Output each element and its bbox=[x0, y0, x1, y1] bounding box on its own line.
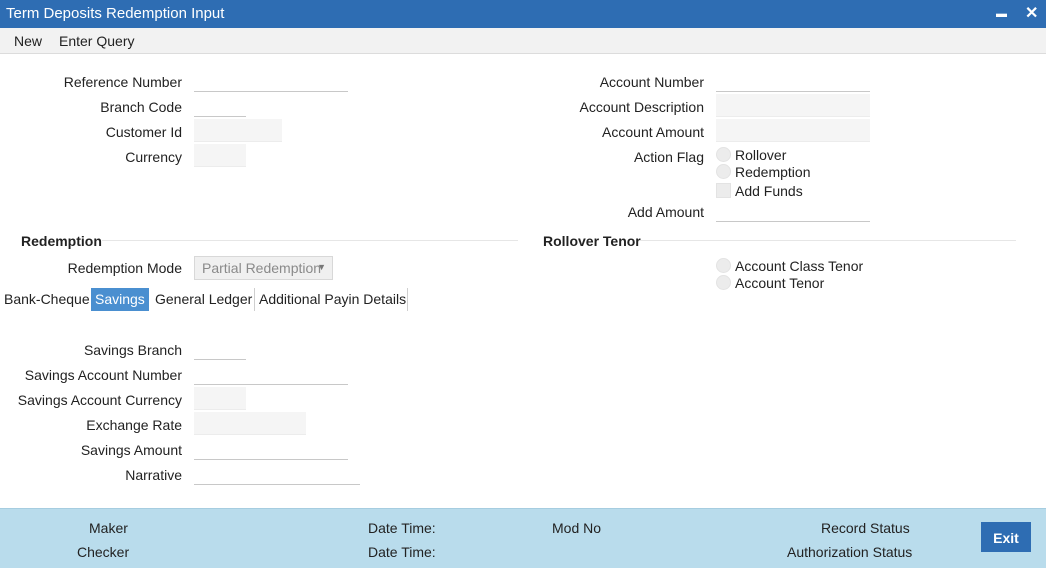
rollover-radio[interactable] bbox=[716, 147, 731, 162]
currency-label: Currency bbox=[125, 149, 182, 165]
savings-account-currency-field bbox=[194, 387, 246, 410]
account-class-tenor-label: Account Class Tenor bbox=[735, 258, 864, 274]
account-description-label: Account Description bbox=[579, 99, 704, 115]
savings-account-number-label: Savings Account Number bbox=[24, 367, 182, 383]
savings-amount-label: Savings Amount bbox=[80, 442, 182, 458]
account-amount-field bbox=[716, 119, 870, 142]
exchange-rate-label: Exchange Rate bbox=[86, 417, 182, 433]
checker-label: Checker bbox=[77, 544, 130, 560]
tab-bank-cheque[interactable]: Bank-Cheque bbox=[0, 288, 94, 311]
redemption-divider bbox=[102, 240, 518, 241]
savings-branch-input[interactable] bbox=[194, 337, 246, 360]
customer-id-field bbox=[194, 119, 282, 142]
rollover-tenor-divider bbox=[640, 240, 1016, 241]
rollover-tenor-section-title: Rollover Tenor bbox=[543, 233, 641, 249]
savings-account-currency-label: Savings Account Currency bbox=[17, 392, 182, 408]
account-description-field bbox=[716, 94, 870, 117]
exit-button[interactable]: Exit bbox=[981, 522, 1031, 552]
authorization-status-label: Authorization Status bbox=[787, 544, 913, 560]
add-amount-input[interactable] bbox=[716, 199, 870, 222]
minimize-icon[interactable]: ▬ bbox=[996, 8, 1007, 20]
account-number-label: Account Number bbox=[599, 74, 704, 90]
tab-general-ledger[interactable]: General Ledger bbox=[151, 288, 256, 311]
tab-additional-payin-details[interactable]: Additional Payin Details bbox=[255, 288, 410, 311]
window-title: Term Deposits Redemption Input bbox=[6, 5, 225, 22]
narrative-input[interactable] bbox=[194, 462, 360, 485]
savings-amount-input[interactable] bbox=[194, 437, 348, 460]
mod-no-label: Mod No bbox=[552, 520, 602, 536]
redemption-mode-select[interactable]: Partial Redemption ▼ bbox=[194, 256, 333, 280]
dropdown-arrow-icon: ▼ bbox=[317, 262, 326, 272]
currency-field bbox=[194, 144, 246, 167]
reference-number-input[interactable] bbox=[194, 69, 348, 92]
branch-code-input[interactable] bbox=[194, 94, 246, 117]
audit-footer: Maker Checker Date Time: Date Time: Mod … bbox=[0, 508, 1046, 568]
tab-savings[interactable]: Savings bbox=[91, 288, 149, 311]
redemption-mode-label: Redemption Mode bbox=[67, 260, 182, 276]
savings-branch-label: Savings Branch bbox=[83, 342, 182, 358]
reference-number-label: Reference Number bbox=[63, 74, 182, 90]
close-icon[interactable]: ✕ bbox=[1025, 3, 1038, 23]
savings-account-number-input[interactable] bbox=[194, 362, 348, 385]
exchange-rate-field bbox=[194, 412, 306, 435]
redemption-section-title: Redemption bbox=[21, 233, 102, 249]
title-bar: Term Deposits Redemption Input ▬ ✕ bbox=[0, 0, 1046, 28]
checker-date-time-label: Date Time: bbox=[368, 544, 436, 560]
menu-enter-query[interactable]: Enter Query bbox=[59, 33, 134, 49]
add-amount-label: Add Amount bbox=[627, 204, 704, 220]
account-number-input[interactable] bbox=[716, 69, 870, 92]
customer-id-label: Customer Id bbox=[105, 124, 182, 140]
main-form: Reference Number Branch Code Customer Id… bbox=[0, 54, 1046, 508]
add-funds-checkbox[interactable] bbox=[716, 183, 731, 198]
menu-new[interactable]: New bbox=[14, 33, 42, 49]
account-class-tenor-radio[interactable] bbox=[716, 258, 731, 273]
redemption-mode-value: Partial Redemption bbox=[202, 260, 322, 276]
tab-divider bbox=[407, 288, 408, 311]
redemption-option-label: Redemption bbox=[735, 164, 811, 180]
maker-date-time-label: Date Time: bbox=[368, 520, 436, 536]
narrative-label: Narrative bbox=[125, 467, 182, 483]
redemption-radio[interactable] bbox=[716, 164, 731, 179]
account-tenor-label: Account Tenor bbox=[735, 275, 825, 291]
record-status-label: Record Status bbox=[821, 520, 910, 536]
rollover-option-label: Rollover bbox=[735, 147, 787, 163]
maker-label: Maker bbox=[89, 520, 128, 536]
menu-bar: New Enter Query bbox=[0, 28, 1046, 54]
account-amount-label: Account Amount bbox=[602, 124, 704, 140]
account-tenor-radio[interactable] bbox=[716, 275, 731, 290]
branch-code-label: Branch Code bbox=[100, 99, 182, 115]
action-flag-label: Action Flag bbox=[633, 149, 704, 165]
add-funds-label: Add Funds bbox=[735, 183, 803, 199]
